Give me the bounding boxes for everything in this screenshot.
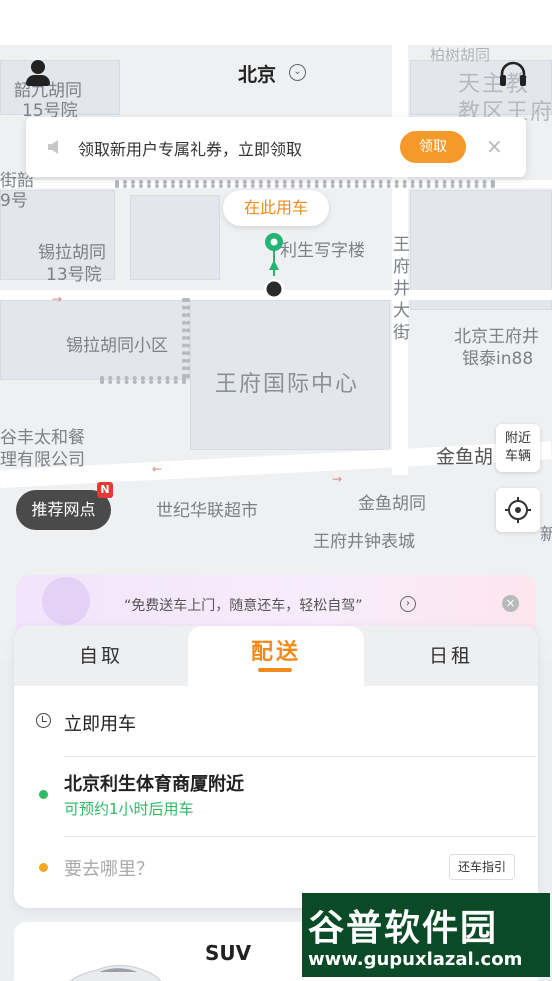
watermark-url: www.gupuxlazal.com [308, 949, 523, 970]
crosshair-icon [505, 497, 531, 523]
site-watermark: 谷普软件园 www.gupuxlazal.com [302, 893, 550, 977]
time-row[interactable]: 立即用车 [14, 710, 538, 740]
map-alley [100, 376, 186, 384]
active-tab-underline [258, 668, 292, 672]
car-image [69, 965, 162, 981]
map-label: 王府井钟表城 [313, 532, 415, 552]
booking-panel: 自取 配送 日租 立即用车 北京利生体育商厦附近 可预约1小时后用车 要去哪里？… [14, 626, 538, 908]
map-label: 谷丰太和餐 [0, 428, 85, 448]
recommended-stations-label: 推荐网点 [31, 500, 96, 519]
coupon-text: 领取新用户专属礼券，立即领取 [78, 140, 303, 159]
claim-coupon-button[interactable]: 领取 [400, 131, 466, 163]
map-label: 王府井大街 [393, 235, 410, 343]
map-label: 银泰in88 [462, 349, 534, 369]
map-label: 锡拉胡同 [38, 243, 106, 263]
pickup-here-bubble[interactable]: 在此用车 [223, 190, 329, 226]
one-way-arrow-icon: → [332, 472, 343, 486]
one-way-arrow-icon: ← [152, 462, 163, 476]
user-profile-icon[interactable] [24, 60, 52, 88]
status-bar-area [0, 0, 552, 45]
map-label: 世纪华联超市 [156, 501, 258, 521]
city-selector-label[interactable]: 北京 [238, 60, 276, 87]
map-label: 北京王府井 [454, 327, 539, 347]
tab-daily-rental[interactable]: 日租 [364, 626, 538, 686]
locate-me-button[interactable] [496, 488, 540, 532]
map-label: 9号 [0, 191, 28, 211]
promo-decoration [42, 577, 90, 625]
map-alley [182, 298, 190, 378]
use-time-label: 立即用车 [64, 714, 136, 735]
map-block [130, 195, 220, 280]
destination-input[interactable]: 要去哪里？ [64, 855, 154, 881]
pickup-location: 北京利生体育商厦附近 [64, 774, 244, 795]
user-head [31, 60, 45, 74]
chevron-down-icon[interactable]: ⌄ [289, 64, 306, 81]
tab-delivery[interactable]: 配送 [188, 626, 364, 686]
map-label: 王府国际中心 [215, 372, 360, 397]
arrow-right-icon[interactable]: › [400, 596, 416, 612]
user-body [26, 75, 50, 86]
map-alley [115, 180, 495, 188]
map-label: 金鱼胡 [436, 446, 494, 468]
recommended-stations-button[interactable]: 推荐网点 N [16, 482, 113, 530]
speaker-icon [48, 140, 58, 154]
close-icon[interactable]: × [486, 134, 503, 158]
new-badge: N [97, 482, 113, 498]
mode-tabs: 自取 配送 日租 [14, 626, 538, 686]
nearby-label-1: 附近 [504, 431, 531, 446]
watermark-title: 谷普软件园 [308, 908, 499, 949]
divider [64, 836, 536, 837]
customer-service-headset-icon[interactable] [498, 60, 528, 90]
close-promo-icon[interactable]: × [502, 595, 519, 612]
coupon-banner[interactable]: 领取新用户专属礼券，立即领取 领取 × [26, 117, 526, 177]
map-label: 锡拉胡同小区 [66, 336, 168, 356]
location-pin-icon [264, 233, 284, 299]
pickup-location-row[interactable]: 北京利生体育商厦附近 可预约1小时后用车 [14, 770, 538, 826]
map-view[interactable]: 柏树胡同 韶九胡同 15号院 街韶 9号 锡拉胡同 13号院 利生写字楼 锡拉胡… [0, 0, 552, 660]
divider [64, 756, 536, 757]
return-guide-button[interactable]: 还车指引 [449, 854, 515, 880]
tab-delivery-label: 配送 [250, 640, 301, 665]
tab-self-pickup[interactable]: 自取 [14, 626, 188, 686]
map-label: 利生写字楼 [280, 241, 365, 261]
map-label: 理有限公司 [0, 450, 85, 470]
vehicle-type: SUV [205, 941, 252, 965]
pickup-note: 可预约1小时后用车 [64, 800, 194, 818]
nearby-vehicles-button[interactable]: 附近 车辆 [496, 424, 540, 472]
one-way-arrow-icon: → [52, 292, 63, 306]
promo-text: “免费送车上门，随意还车，轻松自驾” [124, 598, 363, 614]
map-label: 新 [540, 525, 552, 545]
nearby-label-2: 车辆 [504, 449, 531, 464]
map-label: 13号院 [46, 265, 102, 285]
map-label: 金鱼胡同 [358, 494, 426, 514]
map-label: 柏树胡同 [430, 46, 491, 64]
